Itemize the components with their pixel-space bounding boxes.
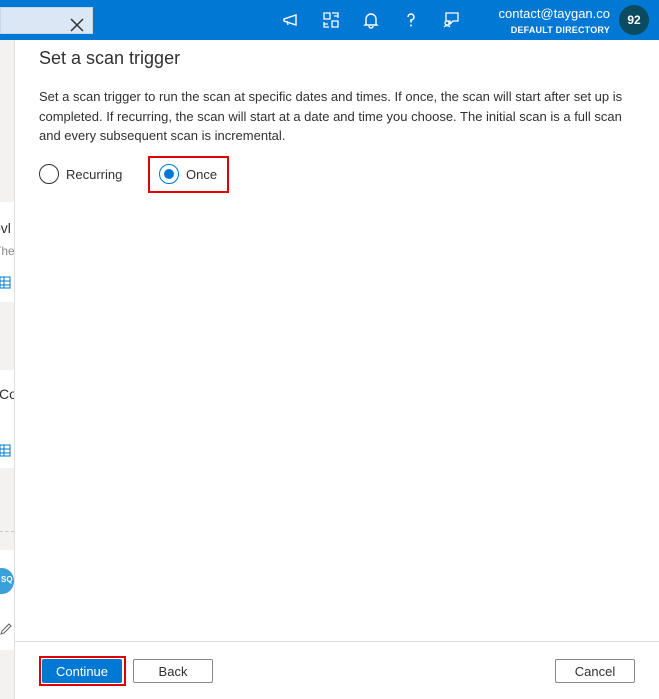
announcement-icon[interactable]: [279, 8, 303, 32]
account-directory: DEFAULT DIRECTORY: [510, 25, 610, 35]
scan-trigger-panel: Set a scan trigger Set a scan trigger to…: [14, 40, 659, 699]
sql-badge: SQ: [1, 575, 13, 584]
close-icon[interactable]: [67, 15, 87, 35]
panel-description: Set a scan trigger to run the scan at sp…: [39, 89, 623, 143]
top-bar: contact@taygan.co DEFAULT DIRECTORY 92: [0, 0, 659, 40]
cancel-button[interactable]: Cancel: [555, 659, 635, 683]
continue-button[interactable]: Continue: [42, 659, 122, 683]
background-page: ovl The Co SQ: [0, 40, 14, 699]
radio-recurring-circle[interactable]: [39, 164, 59, 184]
background-card: ovl The: [0, 202, 14, 302]
feedback-icon[interactable]: [439, 8, 463, 32]
radio-once[interactable]: Once: [159, 164, 217, 184]
avatar[interactable]: 92: [619, 5, 649, 35]
grid-icon: [0, 275, 12, 294]
radio-once-label: Once: [186, 166, 218, 182]
background-card: SQ: [0, 550, 14, 650]
panel-title: Set a scan trigger: [39, 48, 181, 68]
search-box[interactable]: [0, 7, 93, 34]
radio-recurring-label: Recurring: [66, 166, 123, 182]
background-subtext: The: [0, 244, 14, 258]
account-email: contact@taygan.co: [498, 6, 610, 21]
account-info[interactable]: contact@taygan.co DEFAULT DIRECTORY: [499, 6, 610, 35]
grid-icon: [0, 443, 12, 462]
radio-once-circle[interactable]: [159, 164, 179, 184]
radio-recurring[interactable]: Recurring: [39, 164, 122, 184]
pencil-icon: [0, 622, 12, 641]
help-icon[interactable]: [399, 8, 423, 32]
background-divider: [0, 531, 14, 532]
back-button[interactable]: Back: [133, 659, 213, 683]
background-text: Co: [0, 386, 14, 402]
bell-icon[interactable]: [359, 8, 383, 32]
portal-switch-icon[interactable]: [319, 8, 343, 32]
panel-footer: Continue Back Cancel: [15, 641, 659, 699]
background-card: Co: [0, 370, 14, 468]
background-text: ovl: [0, 220, 11, 236]
